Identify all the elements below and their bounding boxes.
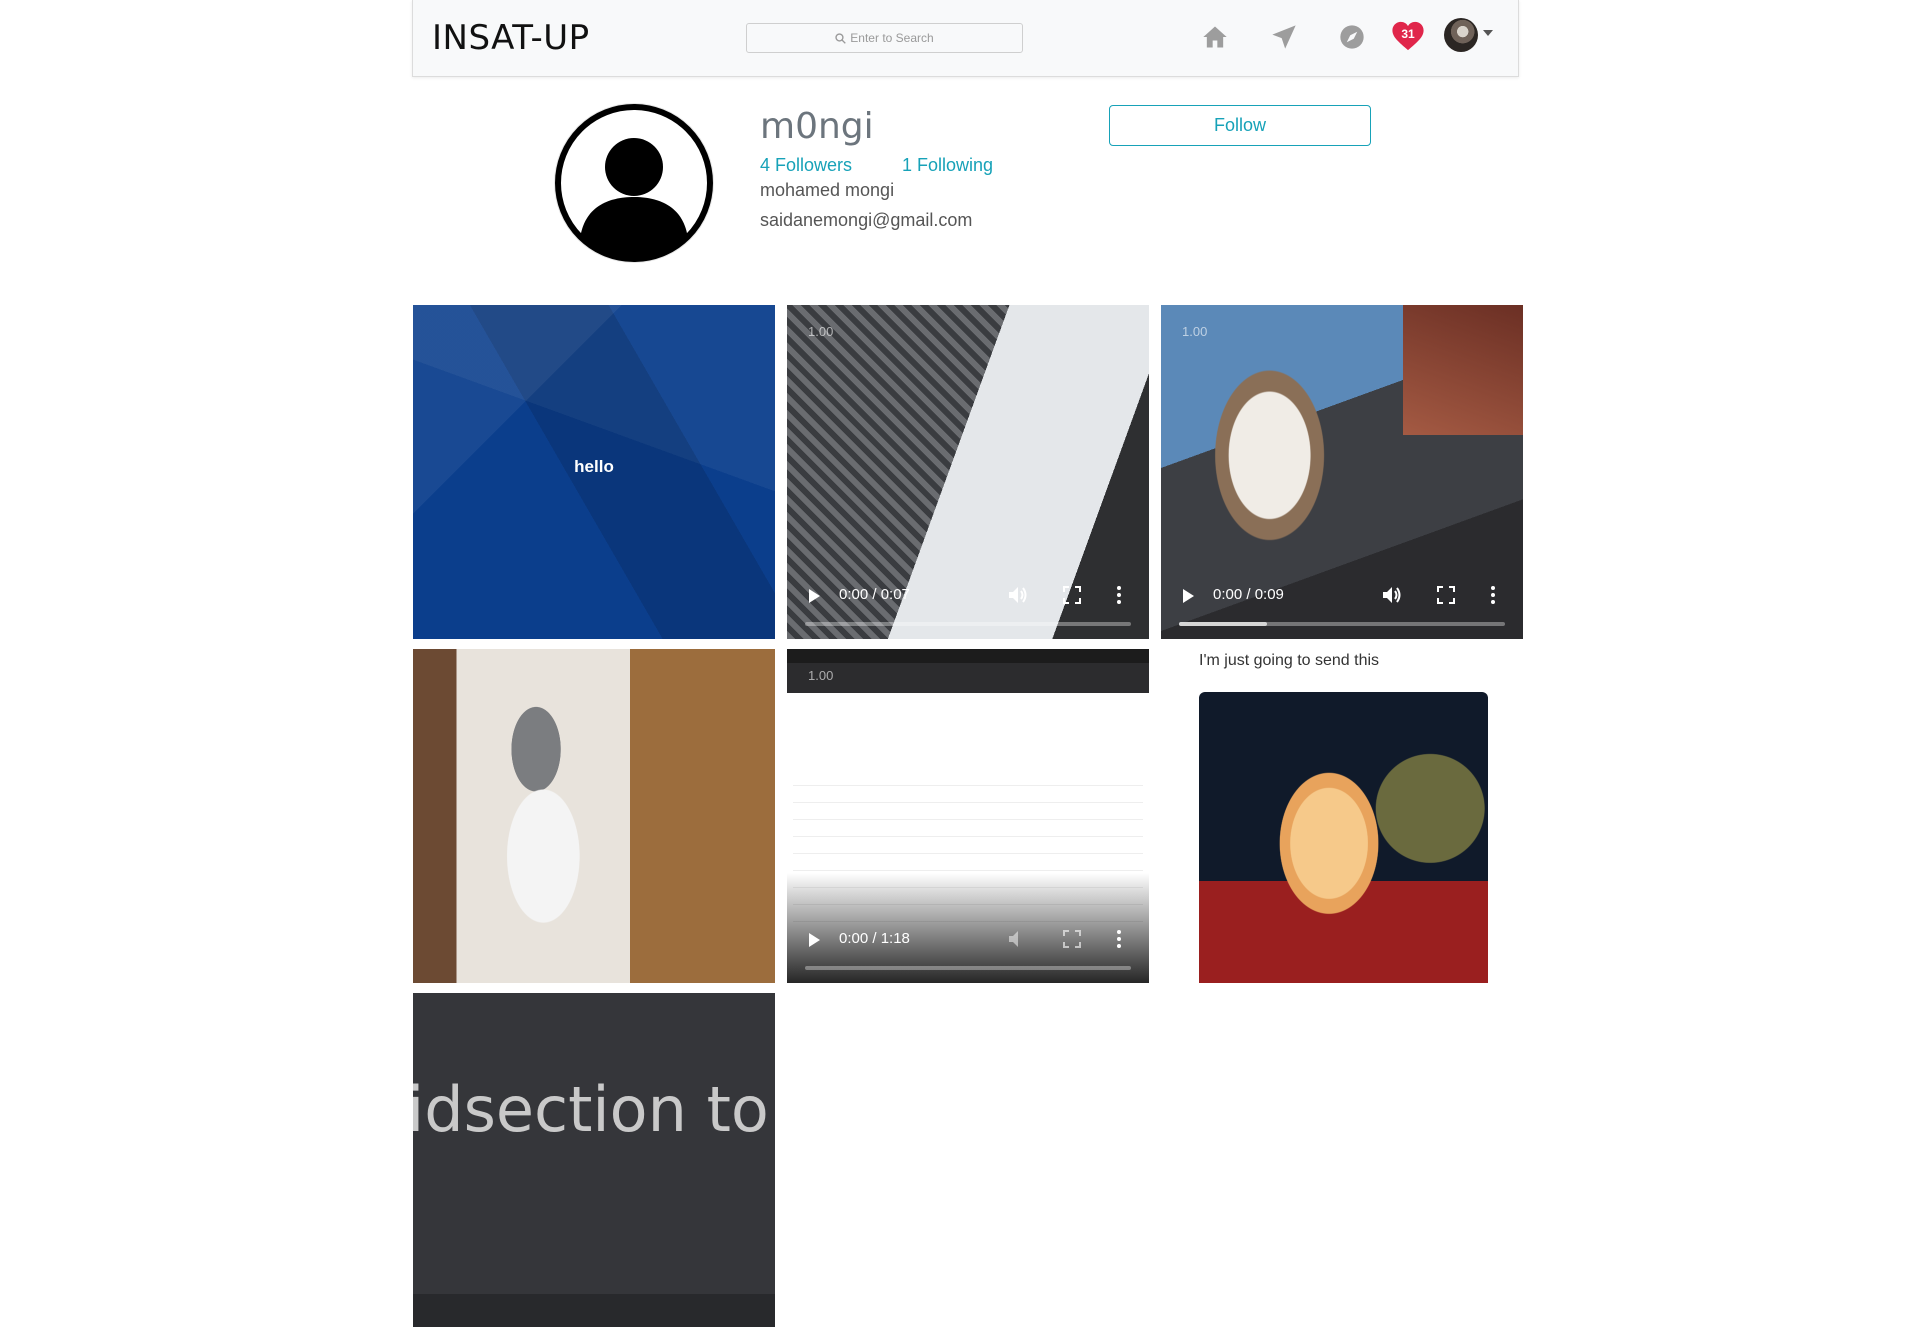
video-progress-bar[interactable] bbox=[805, 622, 1131, 626]
video-time: 0:00 / 0:07 bbox=[839, 586, 910, 603]
post-image bbox=[1199, 692, 1488, 983]
play-icon[interactable] bbox=[1183, 589, 1194, 603]
video-buffered bbox=[1179, 622, 1268, 626]
video-controls: 0:00 / 0:07 bbox=[787, 569, 1149, 639]
more-options-icon[interactable] bbox=[1116, 929, 1122, 949]
playback-rate: 1.00 bbox=[1182, 324, 1208, 339]
post-text: hello bbox=[574, 457, 614, 476]
image-post-tile[interactable]: idsection to bbox=[413, 993, 775, 1327]
fullscreen-icon[interactable] bbox=[1437, 586, 1455, 604]
search-icon bbox=[835, 32, 847, 44]
image-post-tile[interactable] bbox=[413, 649, 775, 983]
video-post-tile[interactable]: 1.00 0:00 / 0:09 bbox=[1161, 305, 1523, 639]
more-options-icon[interactable] bbox=[1116, 585, 1122, 605]
volume-icon[interactable] bbox=[1007, 585, 1029, 605]
playback-rate: 1.00 bbox=[808, 324, 834, 339]
video-post-tile[interactable]: 1.00 0:00 / 1:18 bbox=[787, 649, 1149, 983]
search-placeholder: Enter to Search bbox=[850, 31, 934, 45]
default-user-icon bbox=[555, 104, 713, 262]
explore-icon[interactable] bbox=[1337, 22, 1367, 52]
volume-icon[interactable] bbox=[1007, 929, 1029, 949]
brand-logo[interactable]: INSAT-UP bbox=[432, 18, 590, 58]
more-options-icon[interactable] bbox=[1490, 585, 1496, 605]
post-image-bar bbox=[413, 1294, 775, 1327]
profile-avatar bbox=[554, 103, 714, 263]
playback-rate: 1.00 bbox=[808, 668, 834, 683]
user-avatar[interactable] bbox=[1444, 18, 1478, 52]
profile-username: m0ngi bbox=[760, 106, 874, 147]
notifications-heart-icon[interactable]: 31 bbox=[1391, 20, 1425, 52]
video-controls: 0:00 / 1:18 bbox=[787, 913, 1149, 983]
chevron-down-icon[interactable] bbox=[1483, 30, 1493, 36]
post-caption: I'm just going to send this bbox=[1199, 652, 1380, 669]
video-time: 0:00 / 1:18 bbox=[839, 930, 910, 947]
send-icon[interactable] bbox=[1269, 22, 1299, 52]
profile-full-name: mohamed mongi bbox=[760, 180, 895, 200]
video-progress-bar[interactable] bbox=[1179, 622, 1505, 626]
video-progress-bar[interactable] bbox=[805, 966, 1131, 970]
play-icon[interactable] bbox=[809, 933, 820, 947]
navbar: INSAT-UP Enter to Search 31 bbox=[412, 0, 1519, 77]
video-controls: 0:00 / 0:09 bbox=[1161, 569, 1523, 639]
home-icon[interactable] bbox=[1200, 22, 1230, 52]
profile-email: saidanemongi@gmail.com bbox=[760, 210, 973, 230]
follow-button[interactable]: Follow bbox=[1109, 105, 1371, 146]
fullscreen-icon[interactable] bbox=[1063, 586, 1081, 604]
followers-link[interactable]: 4 Followers bbox=[760, 155, 852, 176]
play-icon[interactable] bbox=[809, 589, 820, 603]
following-link[interactable]: 1 Following bbox=[902, 155, 993, 176]
image-post-tile[interactable]: I'm just going to send this bbox=[1161, 649, 1523, 983]
post-image-text: idsection to bbox=[413, 1073, 769, 1146]
video-post-tile[interactable]: 1.00 0:00 / 0:07 bbox=[787, 305, 1149, 639]
post-tile[interactable]: hello bbox=[413, 305, 775, 639]
post-image bbox=[413, 993, 775, 1327]
fullscreen-icon[interactable] bbox=[1063, 930, 1081, 948]
video-time: 0:00 / 0:09 bbox=[1213, 586, 1284, 603]
volume-icon[interactable] bbox=[1381, 585, 1403, 605]
search-input[interactable]: Enter to Search bbox=[746, 23, 1023, 53]
notification-count: 31 bbox=[1401, 27, 1415, 41]
post-image bbox=[413, 649, 775, 983]
